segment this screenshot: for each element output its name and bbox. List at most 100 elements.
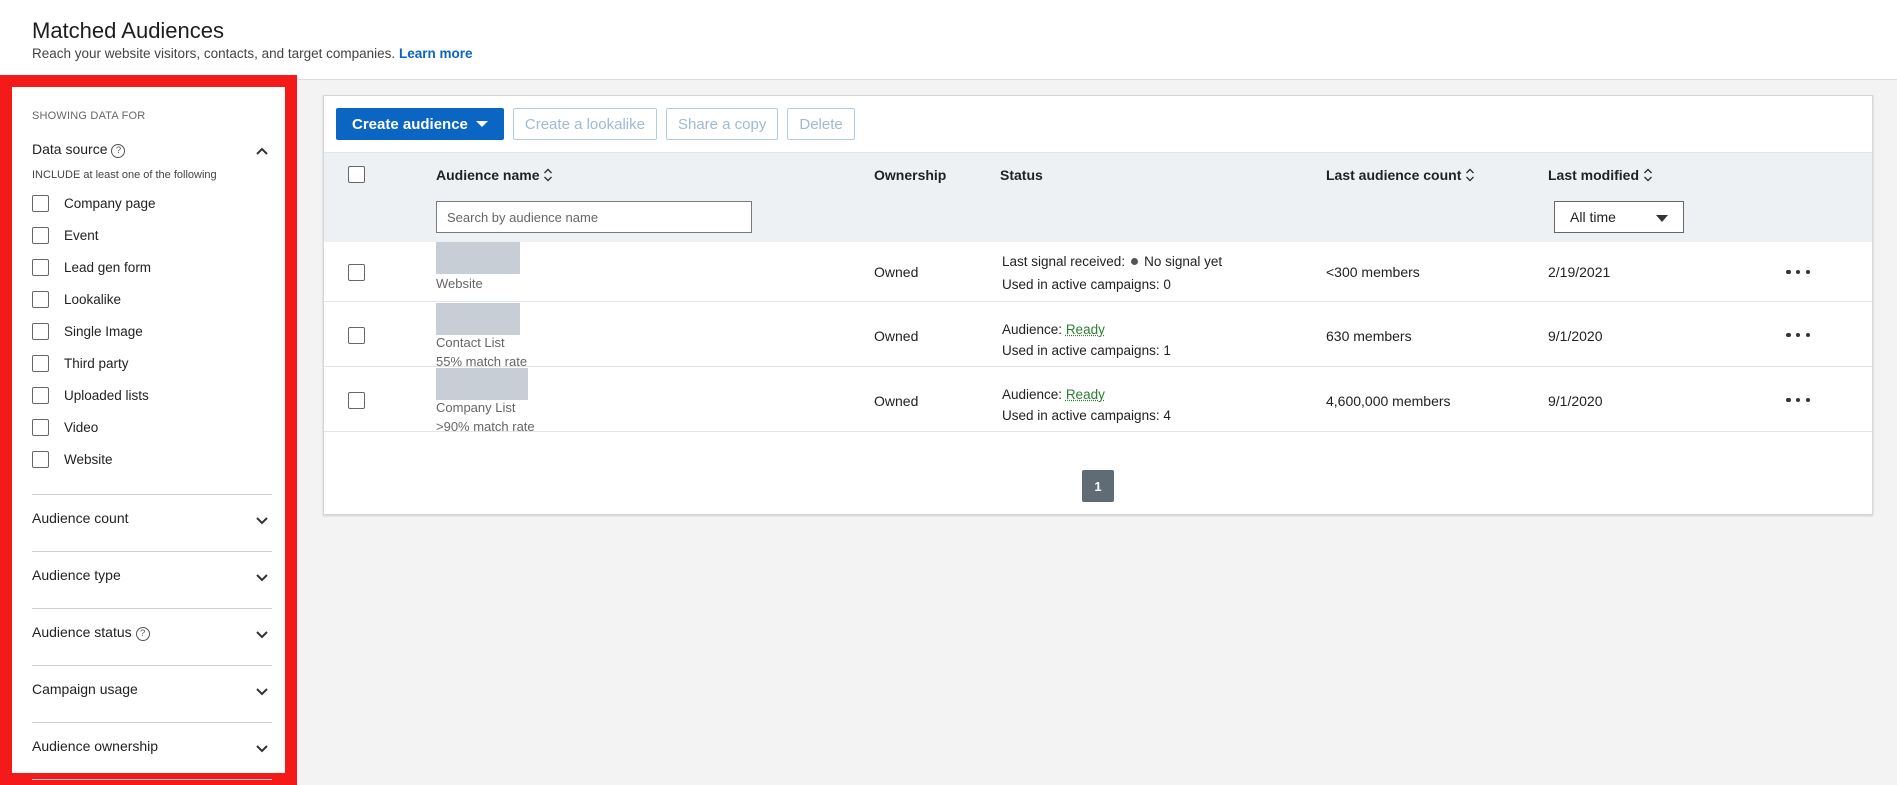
checkbox[interactable] xyxy=(32,258,49,276)
row-checkbox[interactable] xyxy=(348,392,365,409)
column-label: Audience name xyxy=(436,167,540,183)
audience-name-redacted[interactable] xyxy=(436,303,520,335)
audience-name-redacted[interactable] xyxy=(436,242,520,274)
option-lookalike[interactable]: Lookalike xyxy=(32,283,272,315)
option-video[interactable]: Video xyxy=(32,411,272,443)
create-audience-label: Create audience xyxy=(352,115,468,133)
help-icon[interactable]: ? xyxy=(111,144,126,158)
row-checkbox[interactable] xyxy=(348,264,365,281)
checkbox[interactable] xyxy=(32,194,49,212)
row-checkbox[interactable] xyxy=(348,327,365,344)
status-audience: Audience: Ready xyxy=(1002,387,1105,402)
audience-count: <300 members xyxy=(1326,264,1420,280)
audiences-panel: Create audience Create a lookalike Share… xyxy=(323,95,1873,515)
time-filter-select[interactable]: All time xyxy=(1554,201,1684,233)
campaign-usage: Used in active campaigns: 1 xyxy=(1002,343,1171,358)
chevron-down-icon[interactable] xyxy=(252,624,272,644)
audience-count-toggle[interactable]: Audience count xyxy=(32,508,272,532)
divider xyxy=(32,779,272,780)
column-last-modified[interactable]: Last modified xyxy=(1548,167,1653,183)
divider xyxy=(32,494,272,495)
checkbox[interactable] xyxy=(32,354,49,372)
help-icon[interactable]: ? xyxy=(135,627,150,641)
chevron-up-icon[interactable] xyxy=(252,141,272,161)
search-input[interactable] xyxy=(436,201,752,233)
option-third-party[interactable]: Third party xyxy=(32,347,272,379)
delete-button[interactable]: Delete xyxy=(787,108,855,140)
campaign-usage-toggle[interactable]: Campaign usage xyxy=(32,679,272,703)
select-all-checkbox[interactable] xyxy=(348,166,365,183)
campaign-usage: Used in active campaigns: 4 xyxy=(1002,408,1171,423)
audience-type-toggle[interactable]: Audience type xyxy=(32,565,272,589)
table-row[interactable]: Website Owned Last signal received: No si… xyxy=(324,242,1872,302)
chevron-down-icon[interactable] xyxy=(252,510,272,530)
option-uploaded-lists[interactable]: Uploaded lists xyxy=(32,379,272,411)
section-label: Audience type xyxy=(32,567,121,583)
match-rate: 55% match rate xyxy=(436,354,528,369)
chevron-down-icon[interactable] xyxy=(252,567,272,587)
page-subtitle: Reach your website visitors, contacts, a… xyxy=(32,46,472,61)
option-label: Single Image xyxy=(64,323,143,339)
checkbox[interactable] xyxy=(32,418,49,436)
column-status: Status xyxy=(1000,167,1043,183)
time-filter-value: All time xyxy=(1570,209,1616,225)
table-row[interactable]: Contact List 55% match rate Owned Audien… xyxy=(324,303,1872,369)
page-title: Matched Audiences xyxy=(32,18,225,43)
option-label: Video xyxy=(64,419,99,435)
option-website[interactable]: Website xyxy=(32,443,272,475)
checkbox[interactable] xyxy=(32,290,49,308)
status-signal: Last signal received: No signal yet xyxy=(1002,254,1223,269)
chevron-down-icon[interactable] xyxy=(252,738,272,758)
checkbox[interactable] xyxy=(32,322,49,340)
create-lookalike-button[interactable]: Create a lookalike xyxy=(512,108,657,140)
option-label: Lead gen form xyxy=(64,259,152,275)
column-audience-name[interactable]: Audience name xyxy=(436,167,553,183)
share-copy-button[interactable]: Share a copy xyxy=(665,108,779,140)
option-company-page[interactable]: Company page xyxy=(32,187,272,219)
section-label: Campaign usage xyxy=(32,681,138,697)
campaign-usage: Used in active campaigns: 0 xyxy=(1002,277,1171,292)
column-label: Last audience count xyxy=(1326,167,1462,183)
checkbox[interactable] xyxy=(32,226,49,244)
data-source-toggle[interactable]: Data source? xyxy=(32,139,272,163)
more-options-icon[interactable] xyxy=(1786,266,1810,278)
audience-status-toggle[interactable]: Audience status? xyxy=(32,622,272,646)
column-last-count[interactable]: Last audience count xyxy=(1326,167,1475,183)
checkbox[interactable] xyxy=(32,450,49,468)
audience-ownership-toggle[interactable]: Audience ownership xyxy=(32,736,272,760)
create-audience-button[interactable]: Create audience xyxy=(336,108,504,140)
option-label: Uploaded lists xyxy=(64,387,149,403)
audience-type: Website xyxy=(436,276,483,291)
status-audience: Audience: Ready xyxy=(1002,322,1105,337)
data-source-label: Data source? xyxy=(32,141,126,158)
audience-name-redacted[interactable] xyxy=(436,368,528,400)
dropdown-arrow-icon xyxy=(1656,215,1668,222)
page-1-button[interactable]: 1 xyxy=(1082,470,1114,502)
option-lead-gen-form[interactable]: Lead gen form xyxy=(32,251,272,283)
option-label: Lookalike xyxy=(64,291,122,307)
divider xyxy=(32,608,272,609)
checkbox[interactable] xyxy=(32,386,49,404)
divider xyxy=(32,722,272,723)
more-options-icon[interactable] xyxy=(1786,394,1810,406)
section-label: Audience count xyxy=(32,510,129,526)
ownership-value: Owned xyxy=(874,264,919,280)
sort-icon[interactable] xyxy=(1465,168,1475,182)
ownership-value: Owned xyxy=(874,328,919,344)
table-row[interactable]: Company List >90% match rate Owned Audie… xyxy=(324,368,1872,434)
option-label: Website xyxy=(64,451,113,467)
option-label: Company page xyxy=(64,195,156,211)
sort-icon[interactable] xyxy=(543,168,553,182)
option-label: Third party xyxy=(64,355,129,371)
option-single-image[interactable]: Single Image xyxy=(32,315,272,347)
divider xyxy=(32,551,272,552)
option-event[interactable]: Event xyxy=(32,219,272,251)
last-modified: 2/19/2021 xyxy=(1548,264,1611,280)
section-label: Audience status? xyxy=(32,624,150,641)
data-source-options: Company page Event Lead gen form Lookali… xyxy=(32,187,272,475)
sort-icon[interactable] xyxy=(1643,168,1653,182)
include-note: INCLUDE at least one of the following xyxy=(32,169,217,181)
more-options-icon[interactable] xyxy=(1786,329,1810,341)
chevron-down-icon[interactable] xyxy=(252,681,272,701)
learn-more-link[interactable]: Learn more xyxy=(399,46,473,61)
